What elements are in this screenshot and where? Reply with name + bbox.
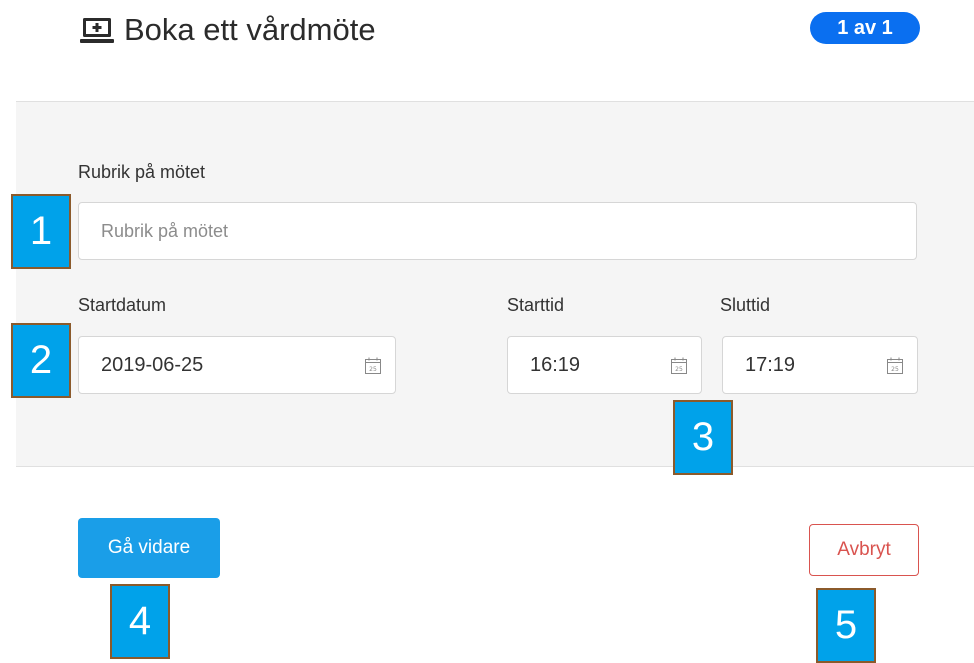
- continue-button[interactable]: Gå vidare: [78, 518, 220, 578]
- end-time-label: Sluttid: [720, 295, 771, 315]
- start-time-value: 16:19: [530, 353, 581, 376]
- start-date-value: 2019-06-25: [101, 353, 204, 376]
- cancel-button[interactable]: Avbryt: [809, 524, 919, 576]
- calendar-day-text: 25: [369, 366, 377, 373]
- calendar-day-text: 25: [675, 366, 683, 373]
- marker-4: 4: [110, 584, 170, 659]
- start-date-input[interactable]: 2019-06-25 25: [78, 336, 396, 394]
- subject-label: Rubrik på mötet: [78, 162, 206, 182]
- step-badge: 1 av 1: [810, 12, 920, 44]
- page-title: Boka ett vårdmöte: [124, 12, 376, 47]
- end-time-input[interactable]: 17:19 25: [722, 336, 918, 394]
- start-time-label: Starttid: [507, 295, 565, 315]
- booking-form-panel: Rubrik på mötet Rubrik på mötet Startdat…: [16, 101, 974, 467]
- marker-2: 2: [11, 323, 71, 398]
- subject-input[interactable]: Rubrik på mötet: [78, 202, 917, 260]
- calendar-icon[interactable]: 25: [671, 357, 687, 374]
- end-time-value: 17:19: [745, 353, 796, 376]
- start-time-input[interactable]: 16:19 25: [507, 336, 702, 394]
- marker-5: 5: [816, 588, 876, 663]
- marker-1: 1: [11, 194, 71, 269]
- start-date-label: Startdatum: [78, 295, 167, 315]
- calendar-icon[interactable]: 25: [887, 357, 903, 374]
- calendar-icon[interactable]: 25: [365, 357, 381, 374]
- calendar-day-text: 25: [891, 366, 899, 373]
- monitor-plus-icon: [80, 18, 114, 43]
- subject-placeholder: Rubrik på mötet: [101, 220, 229, 241]
- marker-3: 3: [673, 400, 733, 475]
